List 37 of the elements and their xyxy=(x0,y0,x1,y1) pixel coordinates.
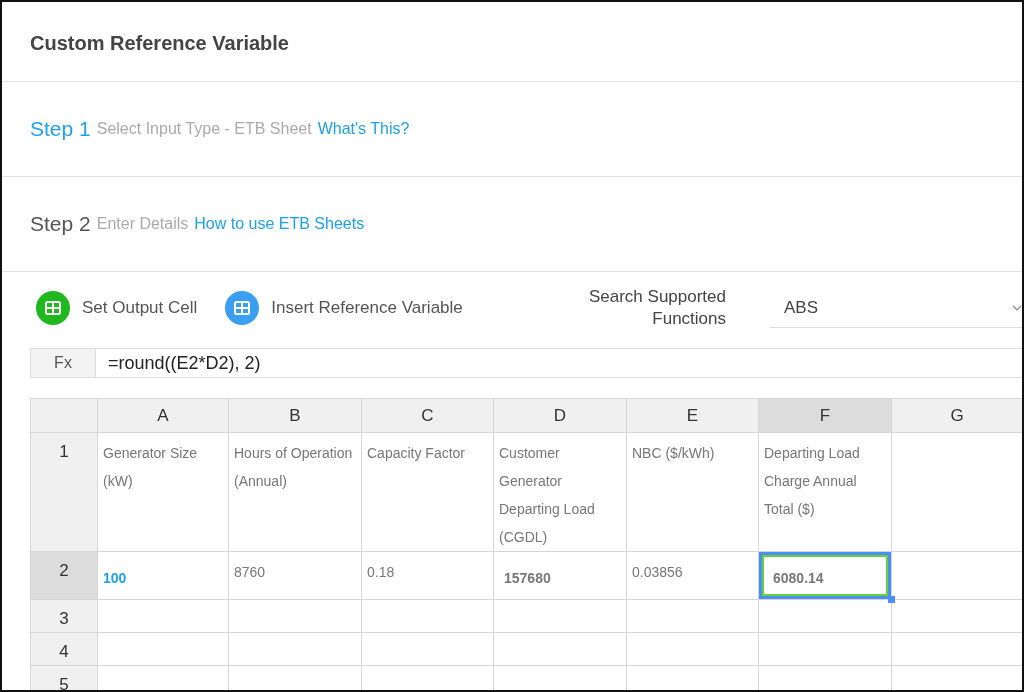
table-cell[interactable]: 157680 xyxy=(493,551,627,600)
row-header[interactable]: 1 xyxy=(30,432,98,552)
function-dropdown[interactable]: ABS xyxy=(770,288,1022,328)
row-header[interactable]: 4 xyxy=(30,632,98,666)
table-cell[interactable]: 8760 xyxy=(228,551,362,600)
formula-field[interactable]: =round((E2*D2), 2) xyxy=(96,348,1022,378)
row-header[interactable]: 3 xyxy=(30,599,98,633)
column-header[interactable]: B xyxy=(228,398,362,433)
table-cell[interactable]: NBC ($/kWh) xyxy=(626,432,759,552)
table-cell[interactable]: Customer Generator Departing Load (CGDL) xyxy=(493,432,627,552)
table-cell[interactable]: 0.18 xyxy=(361,551,494,600)
table-cell[interactable]: Departing Load Charge Annual Total ($) xyxy=(758,432,892,552)
row-header[interactable]: 5 xyxy=(30,665,98,690)
search-label: Search Supported Functions xyxy=(587,285,726,330)
column-header[interactable]: D xyxy=(493,398,627,433)
table-cell[interactable]: Generator Size (kW) xyxy=(97,432,229,552)
column-header[interactable]: F xyxy=(758,398,892,433)
column-header[interactable]: C xyxy=(361,398,494,433)
dialog-title: Custom Reference Variable xyxy=(2,2,1022,82)
column-header[interactable]: A xyxy=(97,398,229,433)
toolbar-button[interactable]: Set Output Cell xyxy=(36,291,198,325)
table-cell[interactable]: 0.03856 xyxy=(626,551,759,600)
toolbar-button[interactable]: Insert Reference Variable xyxy=(225,291,463,325)
corner-cell xyxy=(30,398,98,433)
column-header[interactable]: G xyxy=(891,398,1022,433)
fx-label: Fx xyxy=(30,348,96,378)
table-cell[interactable]: 6080.14 xyxy=(758,551,892,600)
step-description: Enter Details xyxy=(96,214,189,234)
step-number: Step 1 xyxy=(30,116,91,143)
step-number: Step 2 xyxy=(30,211,91,238)
step-description: Select Input Type - ETB Sheet xyxy=(96,119,312,139)
table-cell[interactable]: Capacity Factor xyxy=(361,432,494,552)
chevron-down-icon xyxy=(1012,304,1022,311)
table-cell[interactable]: Hours of Operation (Annual) xyxy=(228,432,362,552)
fill-handle[interactable] xyxy=(888,596,895,603)
row-header[interactable]: 2 xyxy=(30,551,98,600)
column-header[interactable]: E xyxy=(626,398,759,433)
